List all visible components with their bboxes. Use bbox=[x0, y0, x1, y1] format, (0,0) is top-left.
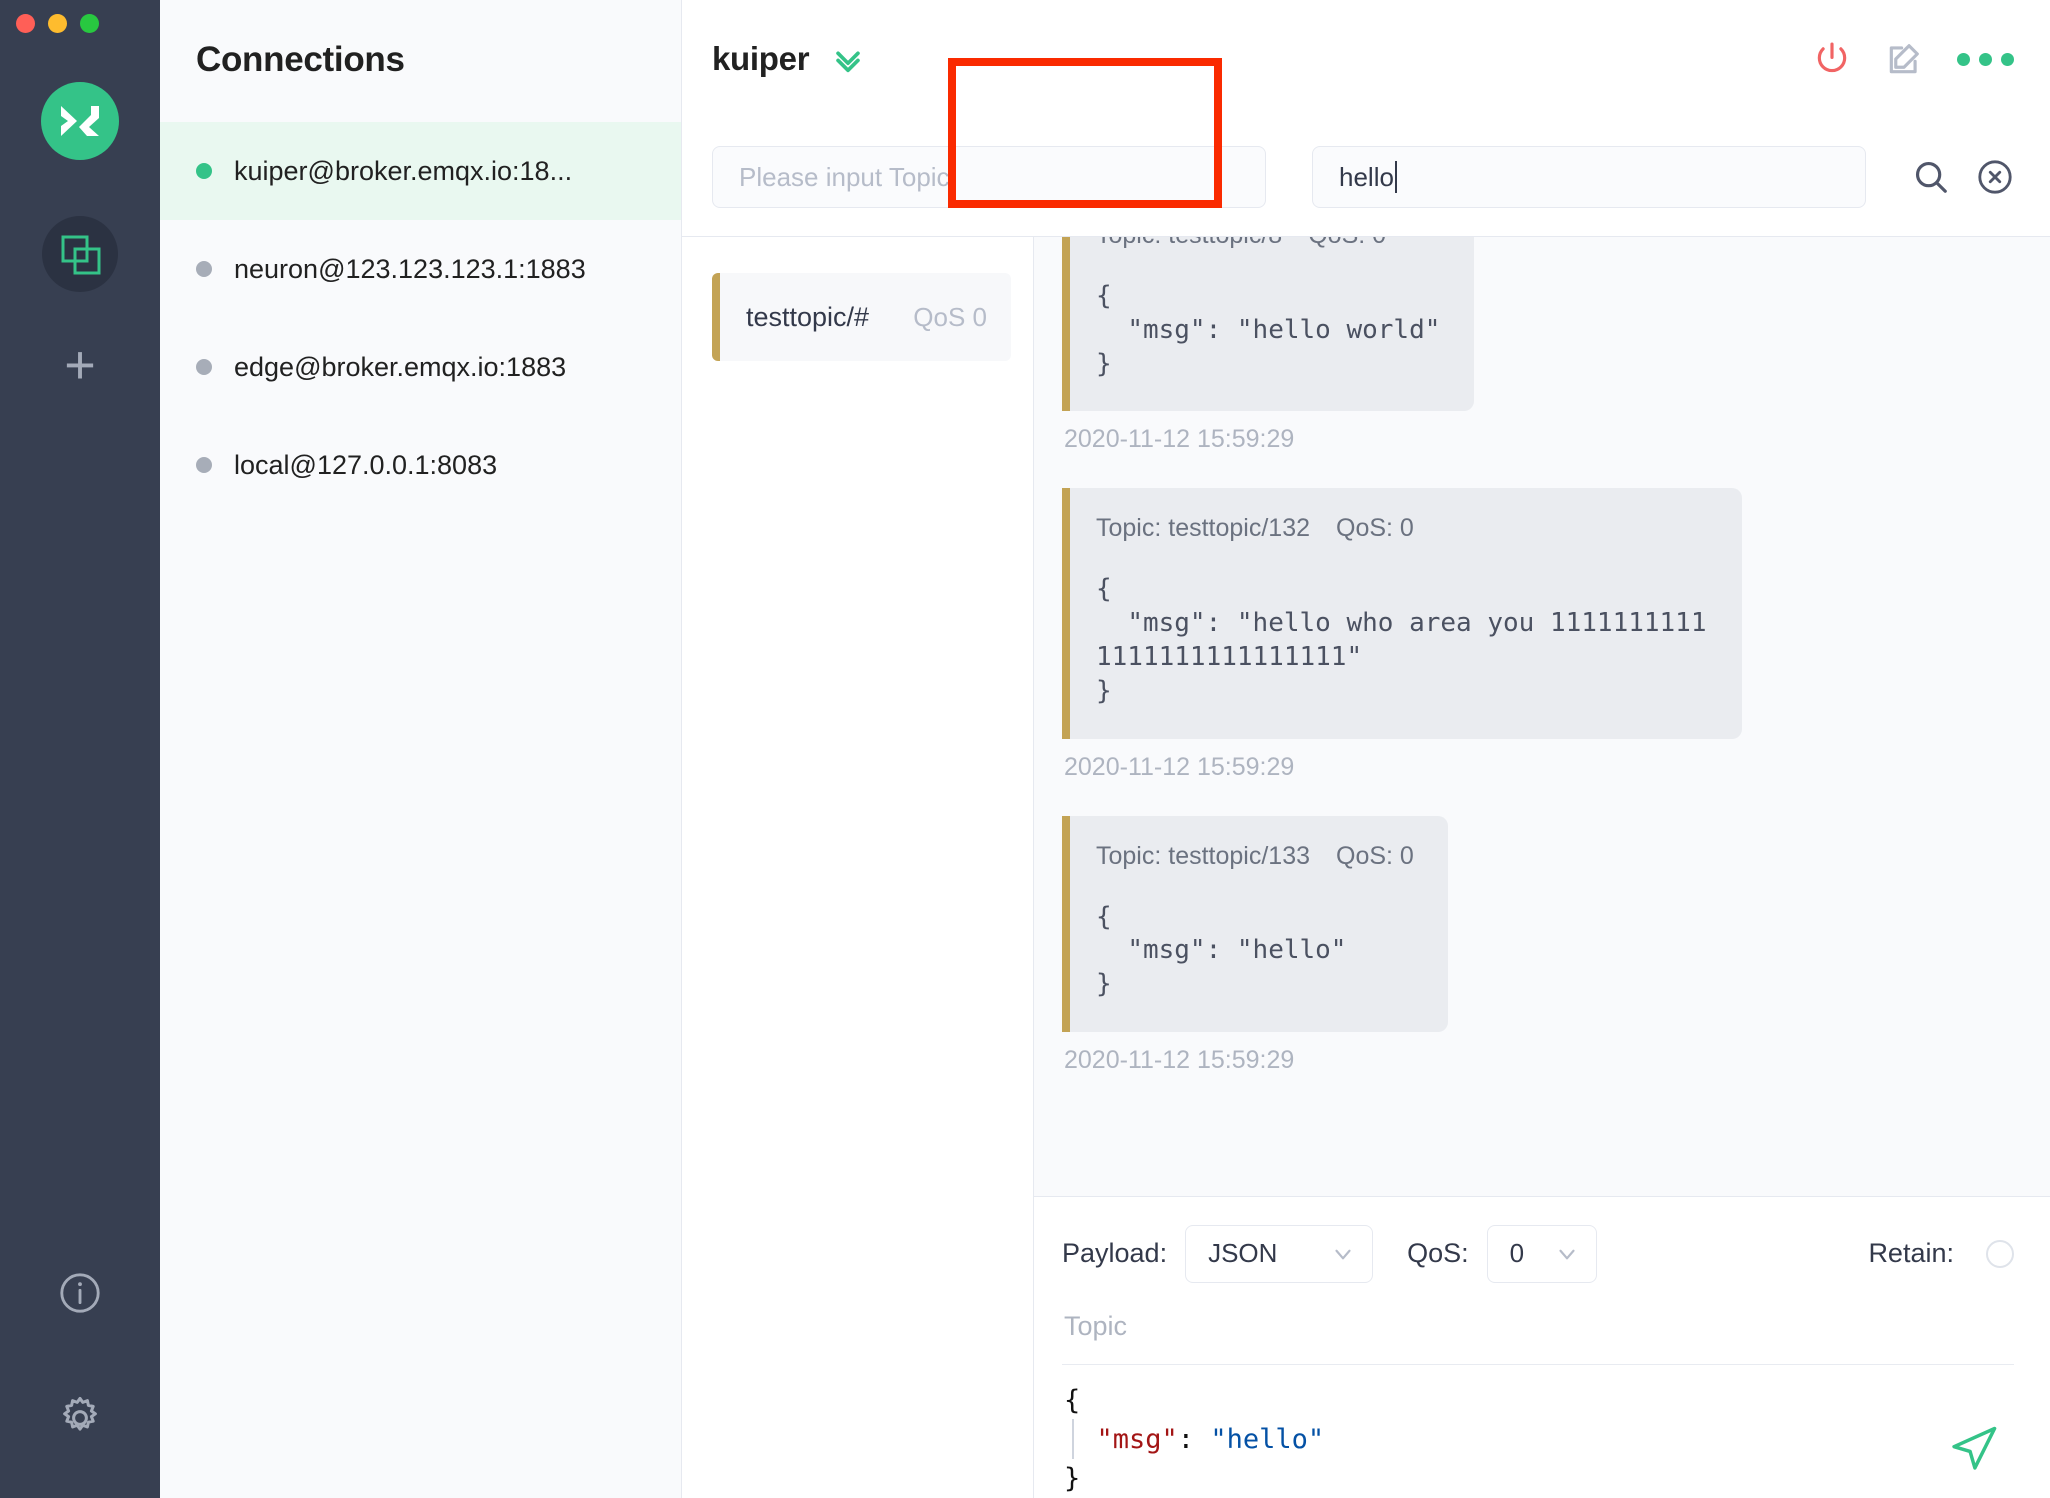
publish-options-row: Payload: JSON QoS: 0 Retain: bbox=[1062, 1223, 2014, 1285]
subscription-topic: testtopic/# bbox=[746, 301, 870, 332]
message-bubble[interactable]: Topic: testtopic/8 QoS: 0 { "msg": "hello… bbox=[1062, 237, 1475, 412]
main-panel: kuiper Please input Topic hello testtopi… bbox=[682, 0, 2050, 1498]
message-body: { "msg": "hello" } bbox=[1096, 901, 1347, 1000]
chevron-down-icon bbox=[1554, 1241, 1580, 1267]
message-qos: QoS: 0 bbox=[1308, 237, 1386, 249]
message-bubble[interactable]: Topic: testtopic/132 QoS: 0 { "msg": "hel… bbox=[1062, 488, 1742, 739]
subscription-item[interactable]: testtopic/# QoS 0 bbox=[712, 273, 1011, 361]
qos-select-value: 0 bbox=[1509, 1238, 1525, 1269]
maximize-window-button[interactable] bbox=[80, 14, 99, 33]
messages-column: Topic: testtopic/8 QoS: 0 { "msg": "hello… bbox=[1034, 237, 2050, 1498]
connection-item-local[interactable]: local@127.0.0.1:8083 bbox=[160, 416, 681, 514]
message-topic: Topic: testtopic/132 bbox=[1096, 514, 1311, 543]
message-timestamp: 2020-11-12 15:59:29 bbox=[1064, 752, 1295, 781]
page-title: Connections bbox=[196, 40, 405, 79]
message-timestamp: 2020-11-12 15:59:29 bbox=[1064, 425, 1295, 454]
settings-button[interactable] bbox=[56, 1394, 104, 1442]
subscription-qos: QoS 0 bbox=[913, 301, 987, 332]
message-body: { "msg": "hello world" } bbox=[1096, 281, 1441, 379]
app-window: + Connections kuiper@broker.emqx.io:18..… bbox=[0, 0, 2050, 1498]
edit-icon[interactable] bbox=[1885, 40, 1923, 78]
search-icon[interactable] bbox=[1912, 158, 1950, 196]
connection-item-neuron[interactable]: neuron@123.123.123.1:1883 bbox=[160, 220, 681, 318]
mqttx-logo bbox=[41, 82, 119, 160]
topic-input-placeholder: Please input Topic bbox=[739, 161, 950, 192]
plus-icon: + bbox=[64, 335, 96, 395]
message-item: Topic: testtopic/8 QoS: 0 { "msg": "hello… bbox=[1062, 237, 2014, 454]
text-caret bbox=[1394, 161, 1397, 193]
editor-json-value: "hello" bbox=[1210, 1423, 1325, 1455]
qos-select[interactable]: 0 bbox=[1486, 1224, 1597, 1283]
more-icon[interactable] bbox=[1957, 52, 2014, 66]
connections-list: kuiper@broker.emqx.io:18... neuron@123.1… bbox=[160, 122, 681, 514]
search-input[interactable]: hello bbox=[1312, 146, 1866, 208]
connection-label: local@127.0.0.1:8083 bbox=[234, 449, 498, 480]
left-rail: + bbox=[0, 0, 160, 1498]
settings-icon bbox=[56, 1394, 104, 1442]
power-icon[interactable] bbox=[1813, 40, 1851, 78]
chevrons-down-icon[interactable] bbox=[831, 42, 865, 76]
message-topic: Topic: testtopic/133 bbox=[1096, 841, 1311, 870]
editor-json-colon: : bbox=[1177, 1423, 1211, 1455]
status-dot bbox=[196, 359, 212, 375]
editor-line-2: "msg": "hello" bbox=[1064, 1420, 2014, 1459]
search-toolbar: Please input Topic hello bbox=[682, 118, 2050, 236]
message-item: Topic: testtopic/132 QoS: 0 { "msg": "hel… bbox=[1062, 488, 2014, 781]
minimize-window-button[interactable] bbox=[48, 14, 67, 33]
indent-guide bbox=[1072, 1418, 1074, 1459]
close-window-button[interactable] bbox=[16, 14, 35, 33]
connection-toolbar: kuiper bbox=[682, 0, 2050, 118]
message-item: Topic: testtopic/133 QoS: 0 { "msg": "hel… bbox=[1062, 815, 2014, 1075]
publish-topic-input[interactable]: Topic bbox=[1062, 1285, 2014, 1364]
connections-icon bbox=[57, 231, 103, 277]
message-header: Topic: testtopic/133 QoS: 0 bbox=[1096, 842, 1414, 871]
add-connection-button[interactable]: + bbox=[42, 330, 118, 400]
toolbar-actions bbox=[1813, 40, 2014, 78]
connection-label: neuron@123.123.123.1:1883 bbox=[234, 253, 586, 284]
connection-title: kuiper bbox=[712, 40, 810, 77]
connection-label: edge@broker.emqx.io:1883 bbox=[234, 351, 567, 382]
search-actions bbox=[1912, 158, 2014, 196]
message-body: { "msg": "hello who area you 11111111111… bbox=[1096, 574, 1707, 706]
message-timestamp: 2020-11-12 15:59:29 bbox=[1064, 1045, 1295, 1074]
send-icon[interactable] bbox=[1948, 1422, 2000, 1474]
status-dot bbox=[196, 163, 212, 179]
payload-select[interactable]: JSON bbox=[1185, 1224, 1374, 1283]
content-body: testtopic/# QoS 0 Topic: testtopic/8 QoS:… bbox=[682, 236, 2050, 1498]
message-header: Topic: testtopic/132 QoS: 0 bbox=[1096, 514, 1708, 543]
message-topic: Topic: testtopic/8 bbox=[1096, 237, 1282, 249]
editor-line-3: } bbox=[1064, 1462, 1081, 1494]
publish-panel: Payload: JSON QoS: 0 Retain: Topic {"ms… bbox=[1034, 1195, 2050, 1498]
connection-item-kuiper[interactable]: kuiper@broker.emqx.io:18... bbox=[160, 122, 681, 220]
payload-select-value: JSON bbox=[1208, 1238, 1278, 1269]
payload-editor[interactable]: { "msg": "hello" } bbox=[1062, 1363, 2014, 1498]
editor-json-key: "msg" bbox=[1096, 1423, 1178, 1455]
sidebar-item-connections[interactable] bbox=[42, 216, 118, 292]
info-icon bbox=[57, 1270, 103, 1316]
payload-label: Payload: bbox=[1062, 1238, 1168, 1269]
search-input-value: hello bbox=[1339, 161, 1394, 192]
subscriptions-panel: testtopic/# QoS 0 bbox=[682, 237, 1034, 1498]
retain-checkbox[interactable] bbox=[1986, 1239, 2014, 1268]
publish-topic-placeholder: Topic bbox=[1064, 1310, 1128, 1341]
clear-circle-icon[interactable] bbox=[1976, 158, 2014, 196]
status-dot bbox=[196, 261, 212, 277]
message-header: Topic: testtopic/8 QoS: 0 bbox=[1096, 237, 1440, 250]
retain-label: Retain: bbox=[1868, 1238, 1954, 1269]
message-qos: QoS: 0 bbox=[1336, 514, 1414, 543]
connection-label: kuiper@broker.emqx.io:18... bbox=[234, 155, 573, 186]
chevron-down-icon bbox=[1330, 1241, 1356, 1267]
info-button[interactable] bbox=[57, 1270, 103, 1316]
topic-input[interactable]: Please input Topic bbox=[712, 146, 1266, 208]
connections-panel: Connections kuiper@broker.emqx.io:18... … bbox=[160, 0, 682, 1498]
editor-line-1: { bbox=[1064, 1384, 1081, 1416]
message-qos: QoS: 0 bbox=[1336, 841, 1414, 870]
qos-label: QoS: bbox=[1407, 1238, 1469, 1269]
window-controls bbox=[16, 14, 99, 33]
status-dot bbox=[196, 457, 212, 473]
messages-list[interactable]: Topic: testtopic/8 QoS: 0 { "msg": "hello… bbox=[1034, 237, 2050, 1196]
connection-item-edge[interactable]: edge@broker.emqx.io:1883 bbox=[160, 318, 681, 416]
message-bubble[interactable]: Topic: testtopic/133 QoS: 0 { "msg": "hel… bbox=[1062, 815, 1448, 1032]
rail-bottom-group bbox=[56, 1270, 104, 1498]
